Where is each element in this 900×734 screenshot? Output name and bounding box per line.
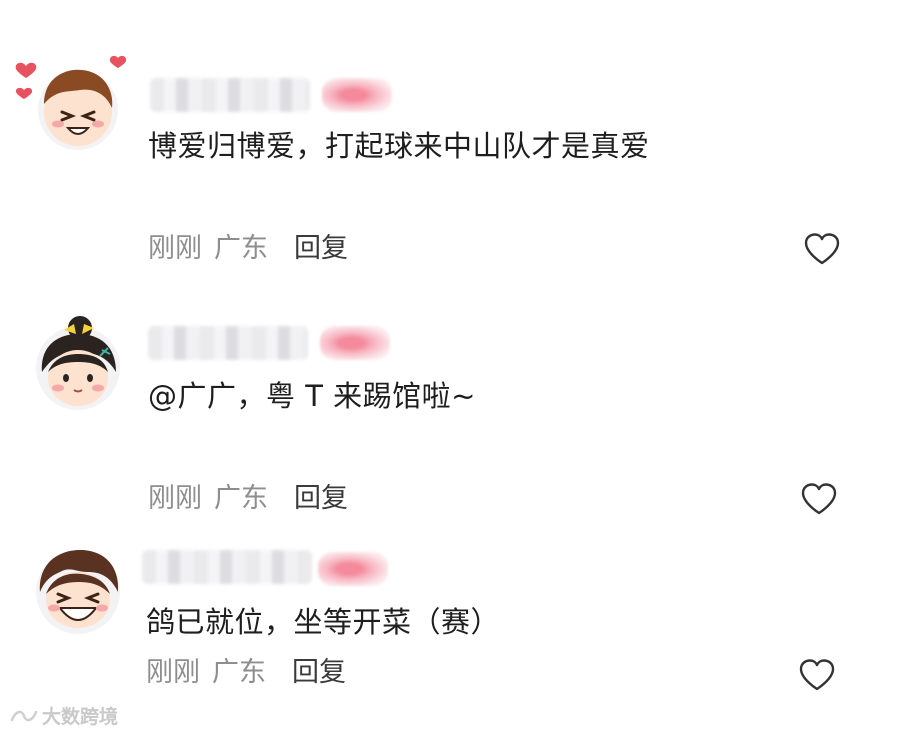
watermark-text: 大数跨境	[42, 706, 119, 728]
avatar[interactable]	[15, 55, 128, 154]
username-blurred[interactable]	[150, 78, 310, 112]
reply-button[interactable]: 回复	[294, 483, 348, 514]
username-blurred[interactable]	[142, 550, 312, 584]
user-badge-blurred	[318, 552, 388, 586]
laughing-boy-avatar-icon	[36, 550, 120, 634]
comment-time: 刚刚	[146, 657, 200, 688]
reply-button[interactable]: 回复	[294, 233, 348, 264]
comment-location: 广东	[214, 233, 268, 264]
comment-location: 广东	[214, 483, 268, 514]
heart-outline-icon[interactable]	[798, 658, 836, 692]
watermark-logo-icon	[10, 710, 38, 721]
comment-time: 刚刚	[148, 233, 202, 264]
avatar[interactable]	[30, 542, 122, 634]
comment-item-3: 鸽已就位，坐等开菜（赛） 刚刚 广东 回复	[0, 530, 900, 700]
girl-avatar-bun-icon	[36, 316, 120, 410]
avatar[interactable]	[30, 314, 122, 410]
heart-outline-icon[interactable]	[800, 482, 838, 516]
heart-outline-icon[interactable]	[803, 232, 841, 266]
boy-avatar-with-hearts-icon	[15, 55, 127, 150]
user-badge-blurred	[320, 326, 390, 360]
comment-text: 博爱归博爱，打起球来中山队才是真爱	[148, 129, 650, 163]
comment-meta: 刚刚 广东 回复	[148, 232, 348, 266]
comment-meta: 刚刚 广东 回复	[148, 482, 348, 516]
comment-time: 刚刚	[148, 483, 202, 514]
comment-item-2: @广广，粤 T 来踢馆啦~ 刚刚 广东 回复	[0, 290, 900, 530]
username-blurred[interactable]	[148, 326, 308, 360]
comment-text: @广广，粤 T 来踢馆啦~	[148, 379, 476, 413]
comment-text: 鸽已就位，坐等开菜（赛）	[146, 605, 501, 639]
comment-meta: 刚刚 广东 回复	[146, 656, 346, 690]
comment-location: 广东	[212, 657, 266, 688]
reply-button[interactable]: 回复	[292, 657, 346, 688]
comment-item-1: 博爱归博爱，打起球来中山队才是真爱 刚刚 广东 回复	[0, 0, 900, 290]
watermark: 大数跨境	[10, 702, 118, 729]
user-badge-blurred	[322, 78, 392, 112]
